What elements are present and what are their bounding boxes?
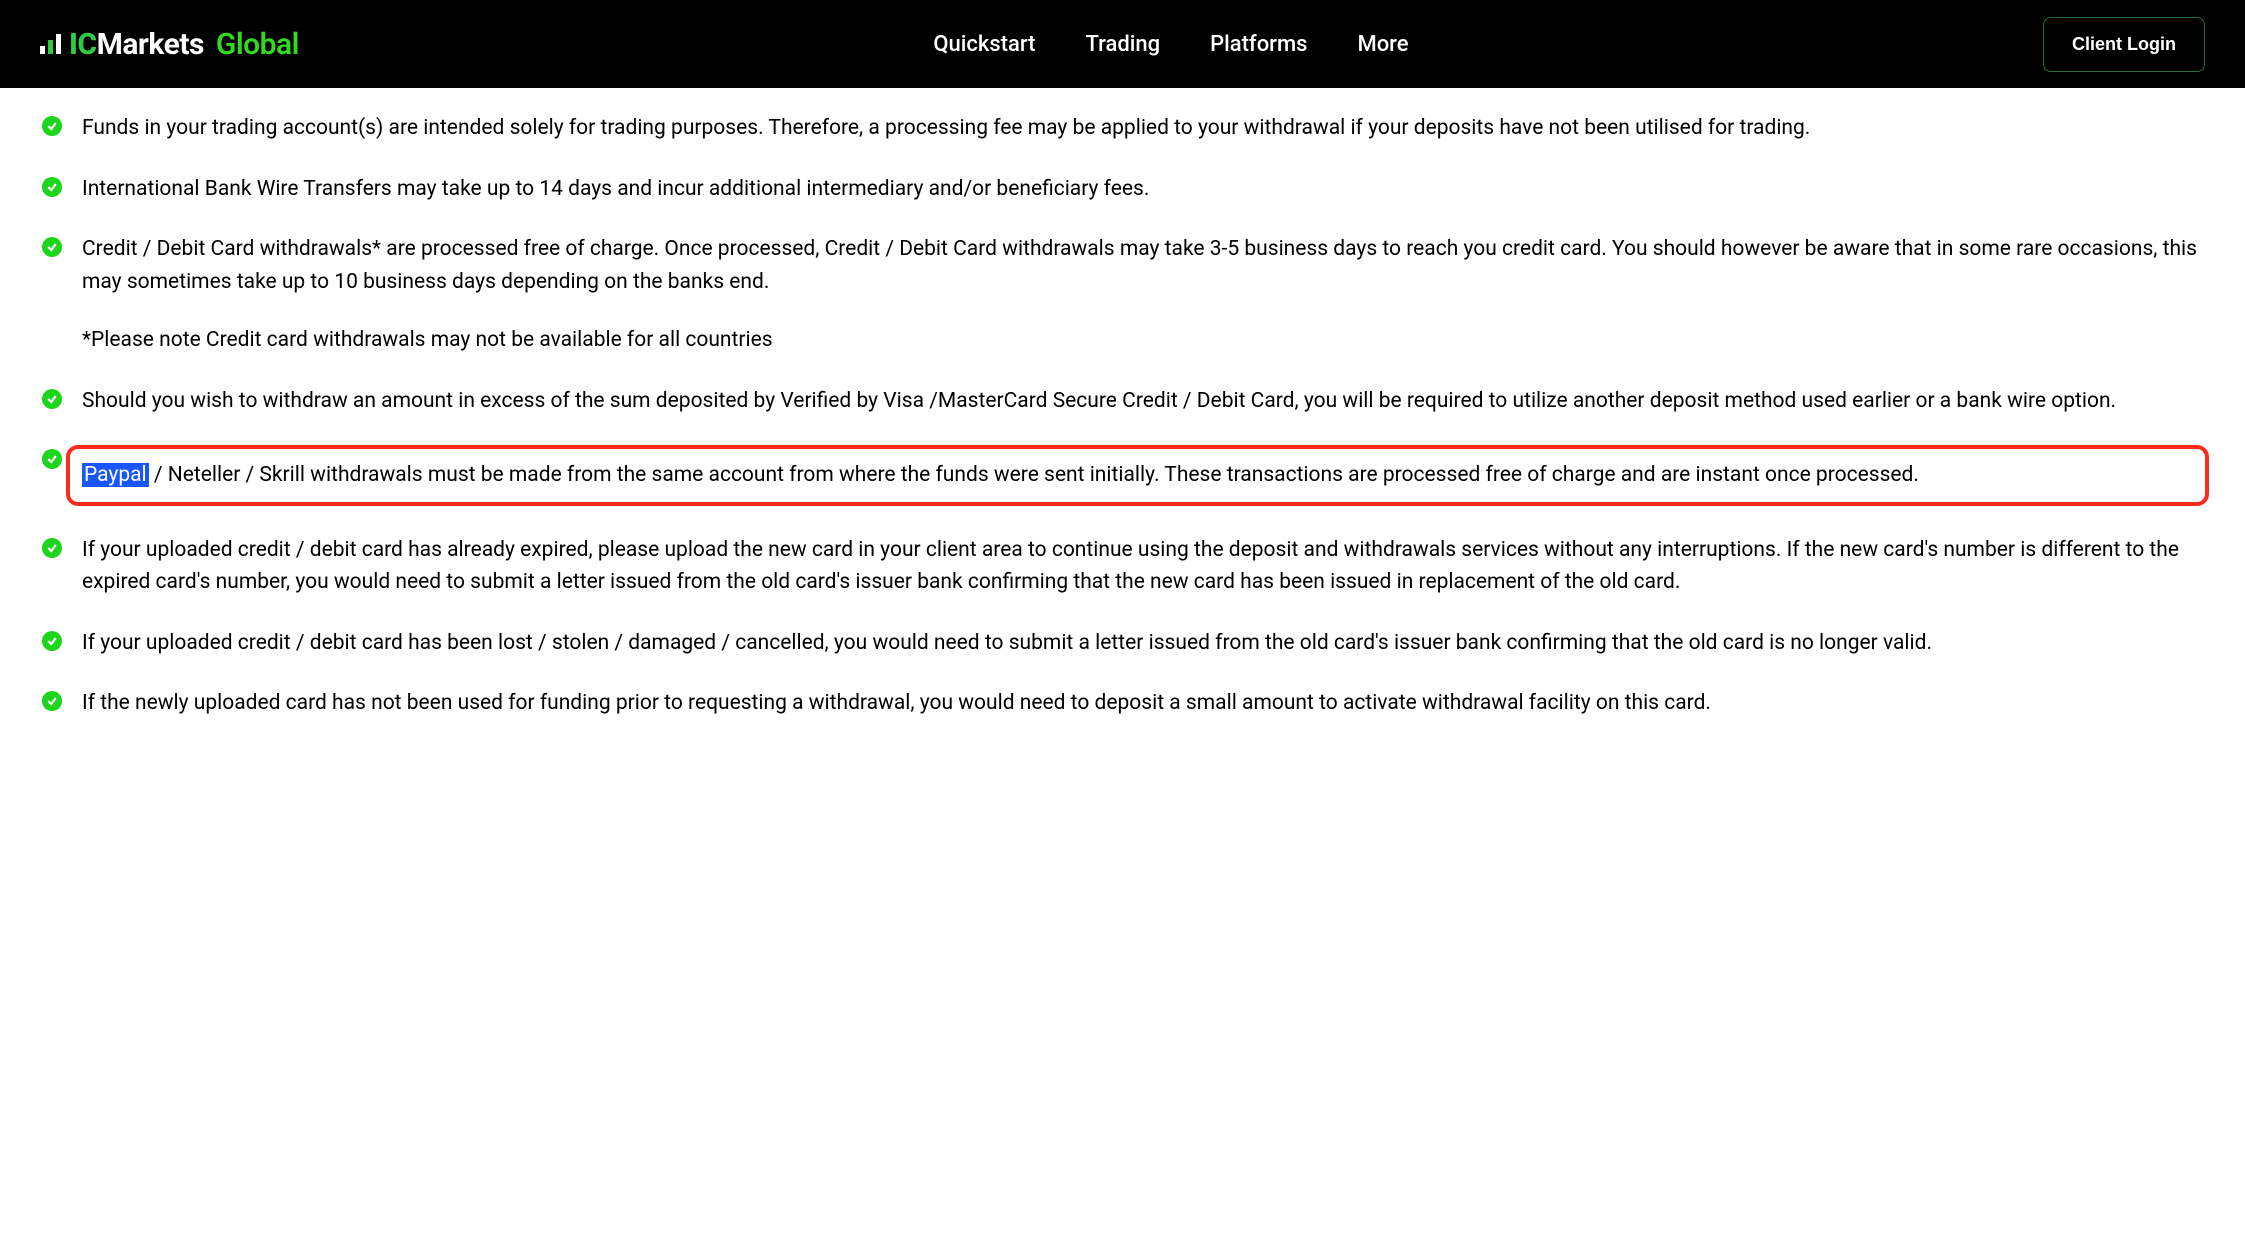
withdrawal-points-list: Funds in your trading account(s) are int… (42, 112, 2203, 720)
nav-platforms[interactable]: Platforms (1210, 32, 1307, 57)
list-item: If the newly uploaded card has not been … (42, 687, 2203, 720)
check-icon (42, 538, 62, 558)
list-item-highlighted: Paypal / Neteller / Skrill withdrawals m… (42, 445, 2203, 506)
site-header: ICMarkets Global Quickstart Trading Plat… (0, 0, 2245, 88)
nav-quickstart[interactable]: Quickstart (933, 32, 1035, 57)
list-item: Funds in your trading account(s) are int… (42, 112, 2203, 145)
nav-more[interactable]: More (1357, 32, 1408, 57)
list-item: If your uploaded credit / debit card has… (42, 627, 2203, 660)
point-text: Funds in your trading account(s) are int… (82, 116, 1810, 140)
point-text: / Neteller / Skrill withdrawals must be … (149, 463, 1919, 487)
point-text: If your uploaded credit / debit card has… (82, 538, 2179, 595)
check-icon (42, 177, 62, 197)
check-icon (42, 631, 62, 651)
client-login-button[interactable]: Client Login (2043, 17, 2205, 72)
point-text: Credit / Debit Card withdrawals* are pro… (82, 237, 2197, 294)
page-content: Funds in your trading account(s) are int… (0, 88, 2245, 788)
logo-ic: IC (69, 27, 97, 62)
point-note: *Please note Credit card withdrawals may… (82, 324, 2203, 357)
check-icon (42, 237, 62, 257)
check-icon (42, 691, 62, 711)
point-text: International Bank Wire Transfers may ta… (82, 177, 1149, 201)
list-item: International Bank Wire Transfers may ta… (42, 173, 2203, 206)
nav-trading[interactable]: Trading (1085, 32, 1160, 57)
list-item: If your uploaded credit / debit card has… (42, 534, 2203, 599)
logo-bars-icon (40, 34, 61, 54)
check-icon (42, 389, 62, 409)
point-text: Should you wish to withdraw an amount in… (82, 389, 2116, 413)
check-icon (42, 449, 62, 469)
list-item: Should you wish to withdraw an amount in… (42, 385, 2203, 418)
selected-text: Paypal (82, 463, 149, 487)
logo-markets: Markets (97, 27, 204, 62)
logo-global: Global (216, 27, 299, 62)
brand-logo[interactable]: ICMarkets Global (40, 27, 299, 62)
highlight-box: Paypal / Neteller / Skrill withdrawals m… (66, 445, 2209, 506)
point-text: If the newly uploaded card has not been … (82, 691, 1711, 715)
primary-nav: Quickstart Trading Platforms More (933, 32, 1408, 57)
list-item: Credit / Debit Card withdrawals* are pro… (42, 233, 2203, 357)
point-text: If your uploaded credit / debit card has… (82, 631, 1932, 655)
check-icon (42, 116, 62, 136)
